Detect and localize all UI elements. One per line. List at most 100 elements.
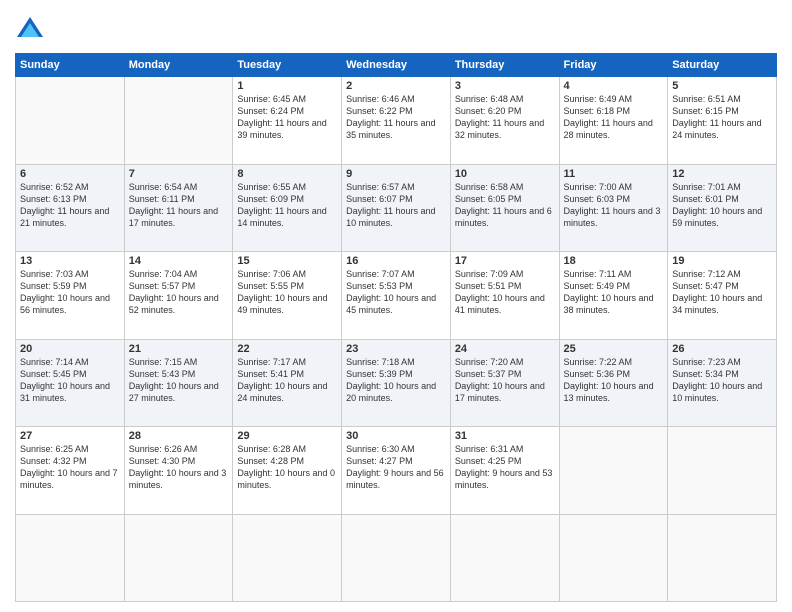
weekday-header-friday: Friday [559, 54, 668, 77]
calendar-cell: 1 Sunrise: 6:45 AM Sunset: 6:24 PM Dayli… [233, 77, 342, 165]
calendar-cell: 29 Sunrise: 6:28 AM Sunset: 4:28 PM Dayl… [233, 427, 342, 515]
day-number: 10 [455, 168, 555, 180]
logo-icon [15, 15, 45, 45]
calendar-row-1: 6 Sunrise: 6:52 AM Sunset: 6:13 PM Dayli… [16, 164, 777, 252]
day-number: 14 [129, 255, 229, 267]
day-number: 9 [346, 168, 446, 180]
weekday-header-row: SundayMondayTuesdayWednesdayThursdayFrid… [16, 54, 777, 77]
weekday-header-tuesday: Tuesday [233, 54, 342, 77]
day-info: Sunrise: 6:25 AM Sunset: 4:32 PM Dayligh… [20, 443, 120, 492]
calendar-cell: 2 Sunrise: 6:46 AM Sunset: 6:22 PM Dayli… [342, 77, 451, 165]
calendar-cell: 23 Sunrise: 7:18 AM Sunset: 5:39 PM Dayl… [342, 339, 451, 427]
calendar-cell [124, 77, 233, 165]
day-info: Sunrise: 7:22 AM Sunset: 5:36 PM Dayligh… [564, 356, 664, 405]
day-info: Sunrise: 6:55 AM Sunset: 6:09 PM Dayligh… [237, 181, 337, 230]
weekday-header-thursday: Thursday [450, 54, 559, 77]
day-info: Sunrise: 7:03 AM Sunset: 5:59 PM Dayligh… [20, 268, 120, 317]
calendar-cell: 28 Sunrise: 6:26 AM Sunset: 4:30 PM Dayl… [124, 427, 233, 515]
day-info: Sunrise: 7:20 AM Sunset: 5:37 PM Dayligh… [455, 356, 555, 405]
day-number: 18 [564, 255, 664, 267]
day-number: 23 [346, 343, 446, 355]
weekday-header-saturday: Saturday [668, 54, 777, 77]
day-info: Sunrise: 7:11 AM Sunset: 5:49 PM Dayligh… [564, 268, 664, 317]
day-number: 1 [237, 80, 337, 92]
page: SundayMondayTuesdayWednesdayThursdayFrid… [0, 0, 792, 612]
calendar-row-2: 13 Sunrise: 7:03 AM Sunset: 5:59 PM Dayl… [16, 252, 777, 340]
day-info: Sunrise: 7:07 AM Sunset: 5:53 PM Dayligh… [346, 268, 446, 317]
day-info: Sunrise: 6:48 AM Sunset: 6:20 PM Dayligh… [455, 93, 555, 142]
day-info: Sunrise: 6:26 AM Sunset: 4:30 PM Dayligh… [129, 443, 229, 492]
day-info: Sunrise: 7:09 AM Sunset: 5:51 PM Dayligh… [455, 268, 555, 317]
calendar-table: SundayMondayTuesdayWednesdayThursdayFrid… [15, 53, 777, 602]
day-number: 29 [237, 430, 337, 442]
calendar-cell: 4 Sunrise: 6:49 AM Sunset: 6:18 PM Dayli… [559, 77, 668, 165]
day-number: 13 [20, 255, 120, 267]
day-number: 26 [672, 343, 772, 355]
day-info: Sunrise: 6:30 AM Sunset: 4:27 PM Dayligh… [346, 443, 446, 492]
calendar-cell: 16 Sunrise: 7:07 AM Sunset: 5:53 PM Dayl… [342, 252, 451, 340]
day-info: Sunrise: 7:01 AM Sunset: 6:01 PM Dayligh… [672, 181, 772, 230]
day-info: Sunrise: 7:23 AM Sunset: 5:34 PM Dayligh… [672, 356, 772, 405]
calendar-cell: 22 Sunrise: 7:17 AM Sunset: 5:41 PM Dayl… [233, 339, 342, 427]
calendar-row-4: 27 Sunrise: 6:25 AM Sunset: 4:32 PM Dayl… [16, 427, 777, 515]
day-info: Sunrise: 6:57 AM Sunset: 6:07 PM Dayligh… [346, 181, 446, 230]
weekday-header-wednesday: Wednesday [342, 54, 451, 77]
calendar-cell: 25 Sunrise: 7:22 AM Sunset: 5:36 PM Dayl… [559, 339, 668, 427]
day-number: 5 [672, 80, 772, 92]
calendar-cell [559, 514, 668, 602]
weekday-header-sunday: Sunday [16, 54, 125, 77]
calendar-cell: 10 Sunrise: 6:58 AM Sunset: 6:05 PM Dayl… [450, 164, 559, 252]
calendar-row-3: 20 Sunrise: 7:14 AM Sunset: 5:45 PM Dayl… [16, 339, 777, 427]
calendar-cell [668, 514, 777, 602]
day-info: Sunrise: 6:31 AM Sunset: 4:25 PM Dayligh… [455, 443, 555, 492]
calendar-cell: 20 Sunrise: 7:14 AM Sunset: 5:45 PM Dayl… [16, 339, 125, 427]
header [15, 15, 777, 45]
calendar-cell: 8 Sunrise: 6:55 AM Sunset: 6:09 PM Dayli… [233, 164, 342, 252]
day-info: Sunrise: 7:04 AM Sunset: 5:57 PM Dayligh… [129, 268, 229, 317]
day-number: 17 [455, 255, 555, 267]
calendar-cell: 27 Sunrise: 6:25 AM Sunset: 4:32 PM Dayl… [16, 427, 125, 515]
day-info: Sunrise: 6:52 AM Sunset: 6:13 PM Dayligh… [20, 181, 120, 230]
day-number: 7 [129, 168, 229, 180]
calendar-cell: 5 Sunrise: 6:51 AM Sunset: 6:15 PM Dayli… [668, 77, 777, 165]
day-info: Sunrise: 7:14 AM Sunset: 5:45 PM Dayligh… [20, 356, 120, 405]
calendar-cell: 13 Sunrise: 7:03 AM Sunset: 5:59 PM Dayl… [16, 252, 125, 340]
day-number: 31 [455, 430, 555, 442]
calendar-cell [668, 427, 777, 515]
calendar-cell: 18 Sunrise: 7:11 AM Sunset: 5:49 PM Dayl… [559, 252, 668, 340]
day-info: Sunrise: 7:12 AM Sunset: 5:47 PM Dayligh… [672, 268, 772, 317]
day-number: 8 [237, 168, 337, 180]
day-info: Sunrise: 6:45 AM Sunset: 6:24 PM Dayligh… [237, 93, 337, 142]
day-number: 28 [129, 430, 229, 442]
day-number: 24 [455, 343, 555, 355]
day-number: 2 [346, 80, 446, 92]
calendar-cell: 15 Sunrise: 7:06 AM Sunset: 5:55 PM Dayl… [233, 252, 342, 340]
day-number: 27 [20, 430, 120, 442]
logo [15, 15, 49, 45]
day-number: 25 [564, 343, 664, 355]
day-info: Sunrise: 7:17 AM Sunset: 5:41 PM Dayligh… [237, 356, 337, 405]
calendar-cell [233, 514, 342, 602]
day-number: 20 [20, 343, 120, 355]
calendar-cell: 9 Sunrise: 6:57 AM Sunset: 6:07 PM Dayli… [342, 164, 451, 252]
calendar-cell: 21 Sunrise: 7:15 AM Sunset: 5:43 PM Dayl… [124, 339, 233, 427]
calendar-cell [559, 427, 668, 515]
calendar-cell: 30 Sunrise: 6:30 AM Sunset: 4:27 PM Dayl… [342, 427, 451, 515]
calendar-cell: 7 Sunrise: 6:54 AM Sunset: 6:11 PM Dayli… [124, 164, 233, 252]
day-number: 30 [346, 430, 446, 442]
calendar-cell: 3 Sunrise: 6:48 AM Sunset: 6:20 PM Dayli… [450, 77, 559, 165]
day-number: 15 [237, 255, 337, 267]
calendar-cell: 24 Sunrise: 7:20 AM Sunset: 5:37 PM Dayl… [450, 339, 559, 427]
calendar-cell [16, 514, 125, 602]
weekday-header-monday: Monday [124, 54, 233, 77]
calendar-cell: 17 Sunrise: 7:09 AM Sunset: 5:51 PM Dayl… [450, 252, 559, 340]
day-info: Sunrise: 6:54 AM Sunset: 6:11 PM Dayligh… [129, 181, 229, 230]
day-number: 11 [564, 168, 664, 180]
day-info: Sunrise: 6:46 AM Sunset: 6:22 PM Dayligh… [346, 93, 446, 142]
day-info: Sunrise: 6:58 AM Sunset: 6:05 PM Dayligh… [455, 181, 555, 230]
calendar-cell [450, 514, 559, 602]
calendar-cell: 19 Sunrise: 7:12 AM Sunset: 5:47 PM Dayl… [668, 252, 777, 340]
calendar-cell [124, 514, 233, 602]
day-number: 22 [237, 343, 337, 355]
calendar-cell: 26 Sunrise: 7:23 AM Sunset: 5:34 PM Dayl… [668, 339, 777, 427]
